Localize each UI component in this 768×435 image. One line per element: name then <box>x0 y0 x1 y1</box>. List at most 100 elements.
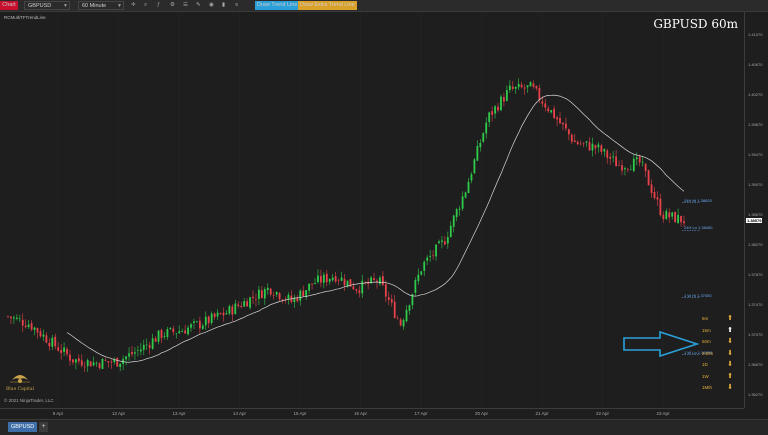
candle-body <box>417 274 420 282</box>
draw-extra-trend-line-button[interactable]: Draw Extra Trend Line <box>298 1 357 10</box>
price-axis-label: 1.40670 <box>748 61 763 67</box>
candle-body <box>255 299 257 301</box>
candle-body <box>635 157 638 160</box>
candle-body <box>178 331 181 334</box>
timeframe-label: 15m <box>702 327 711 333</box>
candle-body <box>299 290 302 301</box>
price-axis-label: 1.39070 <box>748 181 763 187</box>
zoom-icon[interactable]: ⌕ <box>144 1 147 10</box>
candle-body <box>414 280 417 293</box>
candle-body <box>438 241 440 244</box>
candle-body <box>92 362 95 366</box>
candle-body <box>449 225 452 238</box>
candle-body <box>361 280 364 294</box>
candle-body <box>585 141 588 143</box>
candle-body <box>446 237 449 244</box>
chart-title: GBPUSD 60m <box>653 17 738 31</box>
svg-text:Blue Capital: Blue Capital <box>6 386 35 392</box>
candle-body <box>520 84 523 88</box>
candle-body <box>166 329 169 338</box>
candle-body <box>650 184 653 194</box>
price-axis-label: 1.36670 <box>748 361 763 367</box>
indicator-name: RCMultiTFTrendLine <box>4 15 46 20</box>
arrow-down-icon: ⬇ <box>727 338 733 345</box>
candle-body <box>190 324 192 328</box>
tab-gbpusd[interactable]: GBPUSD <box>8 422 38 432</box>
candle-body <box>547 108 550 112</box>
candle-body <box>18 318 21 320</box>
candle-body <box>175 333 178 334</box>
vertical-gridlines <box>57 12 664 408</box>
candle-body <box>379 277 381 284</box>
arrow-up-icon: ⬆ <box>727 326 733 334</box>
candle-body <box>420 271 423 275</box>
properties-icon[interactable]: ☰ <box>183 1 188 10</box>
candle-body <box>396 318 399 319</box>
add-tab-button[interactable]: + <box>39 422 48 432</box>
candle-body <box>60 349 63 354</box>
candle-body <box>358 290 361 293</box>
candle-body <box>334 276 337 282</box>
strategy-icon[interactable]: ⚙ <box>170 1 175 10</box>
candle-body <box>426 257 429 261</box>
candle-body <box>139 349 142 352</box>
price-axis-label: 1.39870 <box>748 121 763 127</box>
crosshair-icon[interactable]: ✛ <box>131 1 136 10</box>
timeframe-label: 60 Minute <box>82 3 107 9</box>
candle-body <box>228 306 231 314</box>
candle-body <box>541 101 544 104</box>
candle-body <box>562 122 564 125</box>
indicators-icon[interactable]: ƒ <box>157 1 160 10</box>
drawing-tools-icon[interactable]: ✎ <box>196 1 201 10</box>
candle-body <box>665 210 668 220</box>
draw-trend-line-button[interactable]: Draw Trend Line <box>255 1 300 10</box>
candle-body <box>95 362 98 364</box>
bar-type-icon[interactable]: ▮ <box>222 1 225 10</box>
candle-body <box>343 278 346 286</box>
candle-body <box>193 321 195 323</box>
instrument-selector[interactable]: GBPUSD ▼ <box>24 1 70 10</box>
candle-body <box>160 330 163 339</box>
candle-body <box>110 361 113 363</box>
candle-body <box>476 145 479 161</box>
candle-body <box>523 87 526 89</box>
candle-body <box>42 334 45 337</box>
candle-body <box>503 97 505 102</box>
price-chart[interactable] <box>0 12 744 408</box>
candle-body <box>458 208 461 210</box>
candle-body <box>219 312 222 314</box>
price-axis-label: 1.37470 <box>748 301 763 307</box>
candle-body <box>184 330 187 334</box>
candle-body <box>514 86 517 89</box>
candle-body <box>10 316 12 319</box>
candle-body <box>314 283 316 284</box>
level-label: 24H Hi 1.38820 <box>684 197 712 203</box>
arrow-up-icon: ⬆ <box>727 372 733 380</box>
candle-body <box>603 149 606 152</box>
candle-body <box>638 156 641 163</box>
timeframe-selector[interactable]: 60 Minute ▼ <box>78 1 124 10</box>
candle-body <box>51 337 54 347</box>
candle-body <box>559 117 561 124</box>
candle-body <box>131 351 133 355</box>
moving-average-line <box>66 94 685 363</box>
candle-body <box>387 297 390 300</box>
candle-body <box>142 344 145 350</box>
candle-body <box>201 325 204 329</box>
candle-body <box>57 347 60 351</box>
arrow-up-icon: ⬆ <box>727 315 733 322</box>
candle-body <box>576 141 579 145</box>
candle-body <box>98 363 101 368</box>
candle-body <box>683 221 685 224</box>
snapshot-icon[interactable]: ◉ <box>209 1 214 10</box>
chart-style-icon[interactable]: ≡ <box>235 1 238 10</box>
candle-body <box>275 291 278 295</box>
candle-body <box>27 324 30 327</box>
price-axis[interactable]: 1.41070 1.40670 1.40270 1.39870 1.39470 1.390… <box>744 12 768 408</box>
candle-body <box>311 283 313 285</box>
candle-body <box>618 164 620 166</box>
candle-body <box>15 317 18 319</box>
time-axis[interactable]: 9 Apr 12 Apr 13 Apr 14 Apr 15 Apr 16 Apr 17 Ap… <box>0 408 744 419</box>
candle-body <box>104 360 107 361</box>
candle-body <box>263 289 266 299</box>
